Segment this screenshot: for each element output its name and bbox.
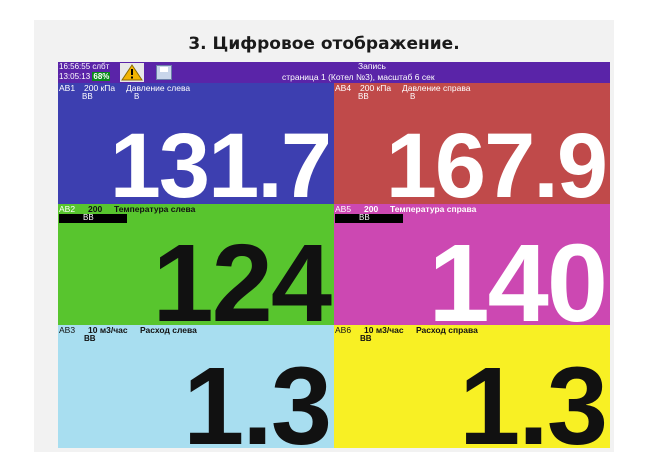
channel-panel-ab6[interactable]: АВ6 10 м3/час Расход справа ВВ 1.3 [334, 325, 610, 448]
channel-value: 1.3 [183, 345, 332, 449]
limit-high-high: ВВ [358, 92, 369, 101]
limit-bar: ВВ [335, 213, 403, 223]
limit-high-high: ВВ [84, 334, 96, 343]
channel-name: Расход слева [140, 325, 197, 335]
channel-value: 131.7 [109, 115, 332, 204]
limit-high-high: ВВ [359, 213, 370, 222]
channel-id: АВ2 [59, 204, 76, 214]
limit-high-high: ВВ [83, 213, 94, 222]
channel-id: АВ1 [59, 83, 76, 93]
channel-name: Расход справа [416, 325, 478, 335]
percent-badge: 68% [92, 71, 111, 81]
channel-value: 167.9 [385, 115, 608, 204]
channel-panel-ab4[interactable]: АВ4 200 кПа Давление справа ВВ В 167.9 [334, 83, 610, 204]
channel-name: Температура справа [390, 204, 477, 214]
elapsed-time: 13:05:13 [59, 71, 91, 81]
channel-name: Температура слева [114, 204, 196, 214]
channel-id: АВ3 [59, 325, 76, 335]
recorder-screen: 16:56:55 слбт 13:05:13 68% Запись страни… [58, 62, 610, 448]
page-info: страница 1 (Котел №3), масштаб 6 сек [282, 71, 435, 82]
limit-high: В [134, 92, 140, 101]
channel-id: АВ5 [335, 204, 352, 214]
clock-block: 16:56:55 слбт 13:05:13 68% [59, 62, 111, 81]
channel-value: 124 [152, 222, 332, 326]
floppy-disk-icon[interactable] [156, 65, 172, 80]
channel-panel-ab3[interactable]: АВ3 10 м3/час Расход слева ВВ 1.3 [58, 325, 334, 448]
current-time: 16:56:55 [59, 62, 91, 71]
limit-bar: ВВ [59, 213, 127, 223]
warning-triangle-icon[interactable] [120, 63, 144, 82]
mode-label: слбт [92, 62, 110, 71]
channel-value: 1.3 [459, 345, 608, 449]
channel-panel-ab1[interactable]: АВ1 200 кПа Давление слева ВВ В 131.7 [58, 83, 334, 204]
limit-high-high: ВВ [82, 92, 93, 101]
channel-id: АВ6 [335, 325, 352, 335]
channel-id: АВ4 [335, 83, 352, 93]
figure-card: 3. Цифровое отображение. 16:56:55 слбт 1… [34, 20, 614, 452]
figure-heading: 3. Цифровое отображение. [188, 34, 460, 54]
limit-high-high: ВВ [360, 334, 372, 343]
record-title: Запись [358, 62, 386, 71]
channel-panel-ab5[interactable]: АВ5 200 Температура справа ВВ 140 [334, 204, 610, 325]
status-bar: 16:56:55 слбт 13:05:13 68% Запись страни… [58, 62, 610, 83]
channel-panel-ab2[interactable]: АВ2 200 Температура слева ВВ 124 [58, 204, 334, 325]
limit-high: В [410, 92, 416, 101]
channel-value: 140 [428, 222, 608, 326]
